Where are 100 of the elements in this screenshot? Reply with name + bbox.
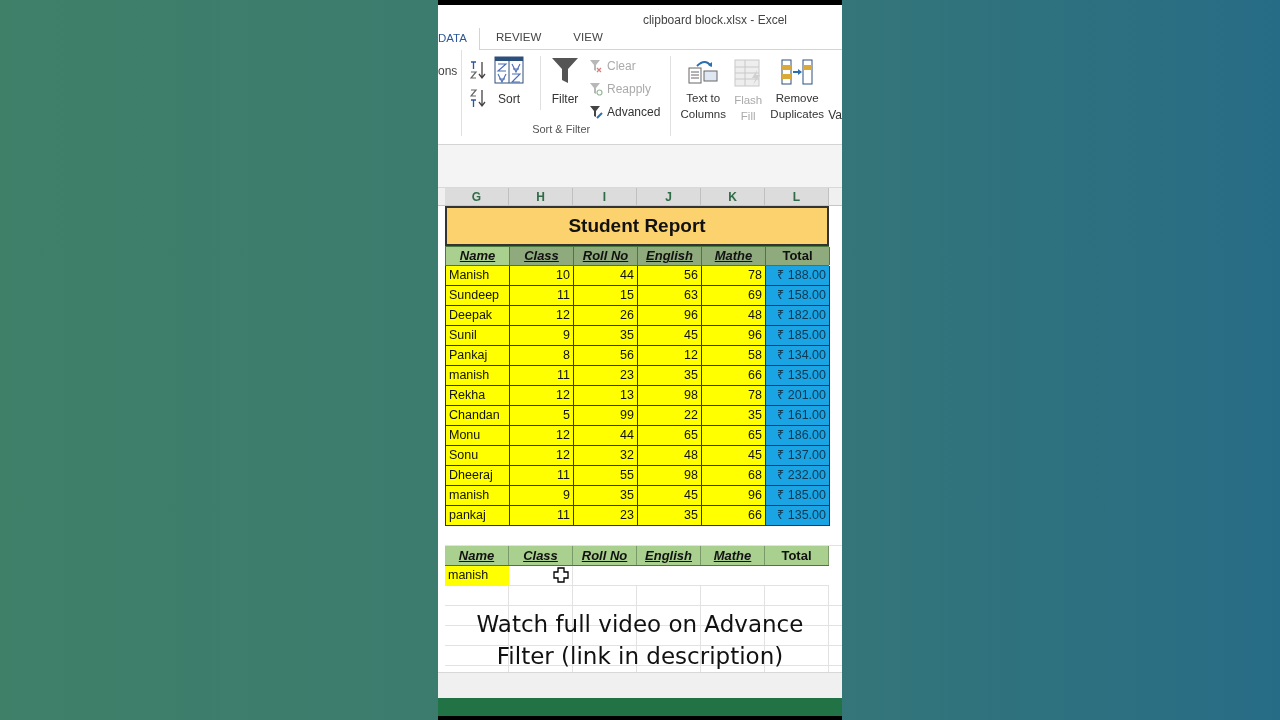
funnel-icon bbox=[589, 105, 603, 119]
table-cell: ₹ 158.00 bbox=[766, 286, 830, 306]
table-cell: Dheeraj bbox=[446, 466, 510, 486]
table-cell: manish bbox=[446, 486, 510, 506]
ribbon-tab[interactable]: REVIEW bbox=[479, 27, 558, 49]
table-cell: ₹ 185.00 bbox=[766, 326, 830, 346]
table-cell: 8 bbox=[510, 346, 574, 366]
table-cell: ₹ 188.00 bbox=[766, 266, 830, 286]
table-cell: 12 bbox=[510, 426, 574, 446]
table-cell: 45 bbox=[638, 486, 702, 506]
table-cell: 22 bbox=[638, 406, 702, 426]
column-heading: Name bbox=[446, 247, 510, 265]
table-cell: 23 bbox=[574, 366, 638, 386]
column-heading: Total bbox=[765, 546, 829, 565]
table-cell: 65 bbox=[702, 426, 766, 446]
ribbon-tab[interactable]: VIEW bbox=[557, 27, 619, 49]
remove-duplicates-icon bbox=[780, 58, 815, 86]
window-title: clipboard block.xlsx - Excel bbox=[642, 14, 787, 28]
table-cell: Pankaj bbox=[446, 346, 510, 366]
table-cell: 45 bbox=[638, 326, 702, 346]
table-cell: 65 bbox=[638, 426, 702, 446]
table-cell: 45 bbox=[702, 446, 766, 466]
filter-option-button[interactable]: Advanced bbox=[589, 103, 661, 121]
table-cell: 78 bbox=[702, 386, 766, 406]
data-tool-button[interactable]: Remove Duplicates bbox=[767, 58, 828, 122]
table-cell: Chandan bbox=[446, 406, 510, 426]
column-header[interactable]: L bbox=[765, 188, 829, 205]
table-cell: 13 bbox=[574, 386, 638, 406]
column-heading: Total bbox=[766, 247, 830, 265]
funnel-icon bbox=[589, 59, 603, 73]
table-cell: Rekha bbox=[446, 386, 510, 406]
table-cell: ₹ 135.00 bbox=[766, 366, 830, 386]
table-cell: 58 bbox=[702, 346, 766, 366]
table-cell: 96 bbox=[702, 486, 766, 506]
table-cell: 78 bbox=[702, 266, 766, 286]
table-cell: manish bbox=[445, 566, 509, 585]
table-cell: 11 bbox=[510, 506, 574, 526]
table-cell: Sunil bbox=[446, 326, 510, 346]
table-cell: 56 bbox=[574, 346, 638, 366]
table-cell: 98 bbox=[638, 466, 702, 486]
table-cell: ₹ 232.00 bbox=[766, 466, 830, 486]
table-cell: ₹ 134.00 bbox=[766, 346, 830, 366]
data-tool-button[interactable]: Text to Columns bbox=[677, 58, 730, 122]
table-cell: Sonu bbox=[446, 446, 510, 466]
table-cell: 99 bbox=[574, 406, 638, 426]
table-cell: 11 bbox=[510, 466, 574, 486]
table-cell: ₹ 186.00 bbox=[766, 426, 830, 446]
table-cell: 56 bbox=[638, 266, 702, 286]
ribbon-tab[interactable]: DATA bbox=[438, 28, 480, 50]
table-cell: ₹ 185.00 bbox=[766, 486, 830, 506]
table-cell: 63 bbox=[638, 286, 702, 306]
table-cell: 9 bbox=[510, 326, 574, 346]
table-cell: 48 bbox=[638, 446, 702, 466]
table-cell: ₹ 182.00 bbox=[766, 306, 830, 326]
column-heading: English bbox=[637, 546, 701, 565]
table-cell: 66 bbox=[702, 506, 766, 526]
ribbon-label: ons bbox=[438, 64, 458, 78]
report-title: Student Report bbox=[445, 206, 829, 246]
text-to-columns-icon bbox=[687, 58, 720, 86]
column-header[interactable]: G bbox=[445, 188, 509, 205]
sort-descending-icon[interactable] bbox=[470, 88, 486, 108]
table-cell: 35 bbox=[574, 326, 638, 346]
table-cell: 9 bbox=[510, 486, 574, 506]
table-cell: 5 bbox=[510, 406, 574, 426]
funnel-icon bbox=[551, 56, 579, 84]
table-cell: 55 bbox=[574, 466, 638, 486]
sort-ascending-icon[interactable] bbox=[470, 60, 486, 80]
table-cell: Manish bbox=[446, 266, 510, 286]
sort-button[interactable]: Sort bbox=[492, 56, 526, 108]
table-cell: 44 bbox=[574, 266, 638, 286]
table-cell: 98 bbox=[638, 386, 702, 406]
table-cell: 12 bbox=[510, 386, 574, 406]
table-cell: ₹ 201.00 bbox=[766, 386, 830, 406]
table-cell: pankaj bbox=[446, 506, 510, 526]
table-cell: ₹ 135.00 bbox=[766, 506, 830, 526]
table-cell: 35 bbox=[638, 506, 702, 526]
column-header[interactable]: K bbox=[701, 188, 765, 205]
table-cell: 10 bbox=[510, 266, 574, 286]
sort-icon bbox=[494, 56, 524, 84]
table-cell: 12 bbox=[638, 346, 702, 366]
column-header[interactable]: I bbox=[573, 188, 637, 205]
funnel-icon bbox=[589, 82, 603, 96]
column-heading: Mathe bbox=[702, 247, 766, 265]
column-header[interactable]: J bbox=[637, 188, 701, 205]
column-heading: Roll No bbox=[573, 546, 637, 565]
table-cell: 68 bbox=[702, 466, 766, 486]
table-cell: 12 bbox=[510, 306, 574, 326]
filter-button[interactable]: Filter bbox=[547, 56, 583, 108]
table-cell: 23 bbox=[574, 506, 638, 526]
table-cell: 35 bbox=[638, 366, 702, 386]
table-cell: manish bbox=[446, 366, 510, 386]
table-cell: Monu bbox=[446, 426, 510, 446]
table-cell: 48 bbox=[702, 306, 766, 326]
table-cell: 69 bbox=[702, 286, 766, 306]
group-label: Sort & Filter bbox=[532, 124, 591, 135]
column-heading: Roll No bbox=[574, 247, 638, 265]
video-caption: Watch full video on Advance Filter (link in description) bbox=[475, 610, 805, 671]
column-header[interactable]: H bbox=[509, 188, 573, 205]
column-heading: Class bbox=[509, 546, 573, 565]
table-cell: ₹ 137.00 bbox=[766, 446, 830, 466]
